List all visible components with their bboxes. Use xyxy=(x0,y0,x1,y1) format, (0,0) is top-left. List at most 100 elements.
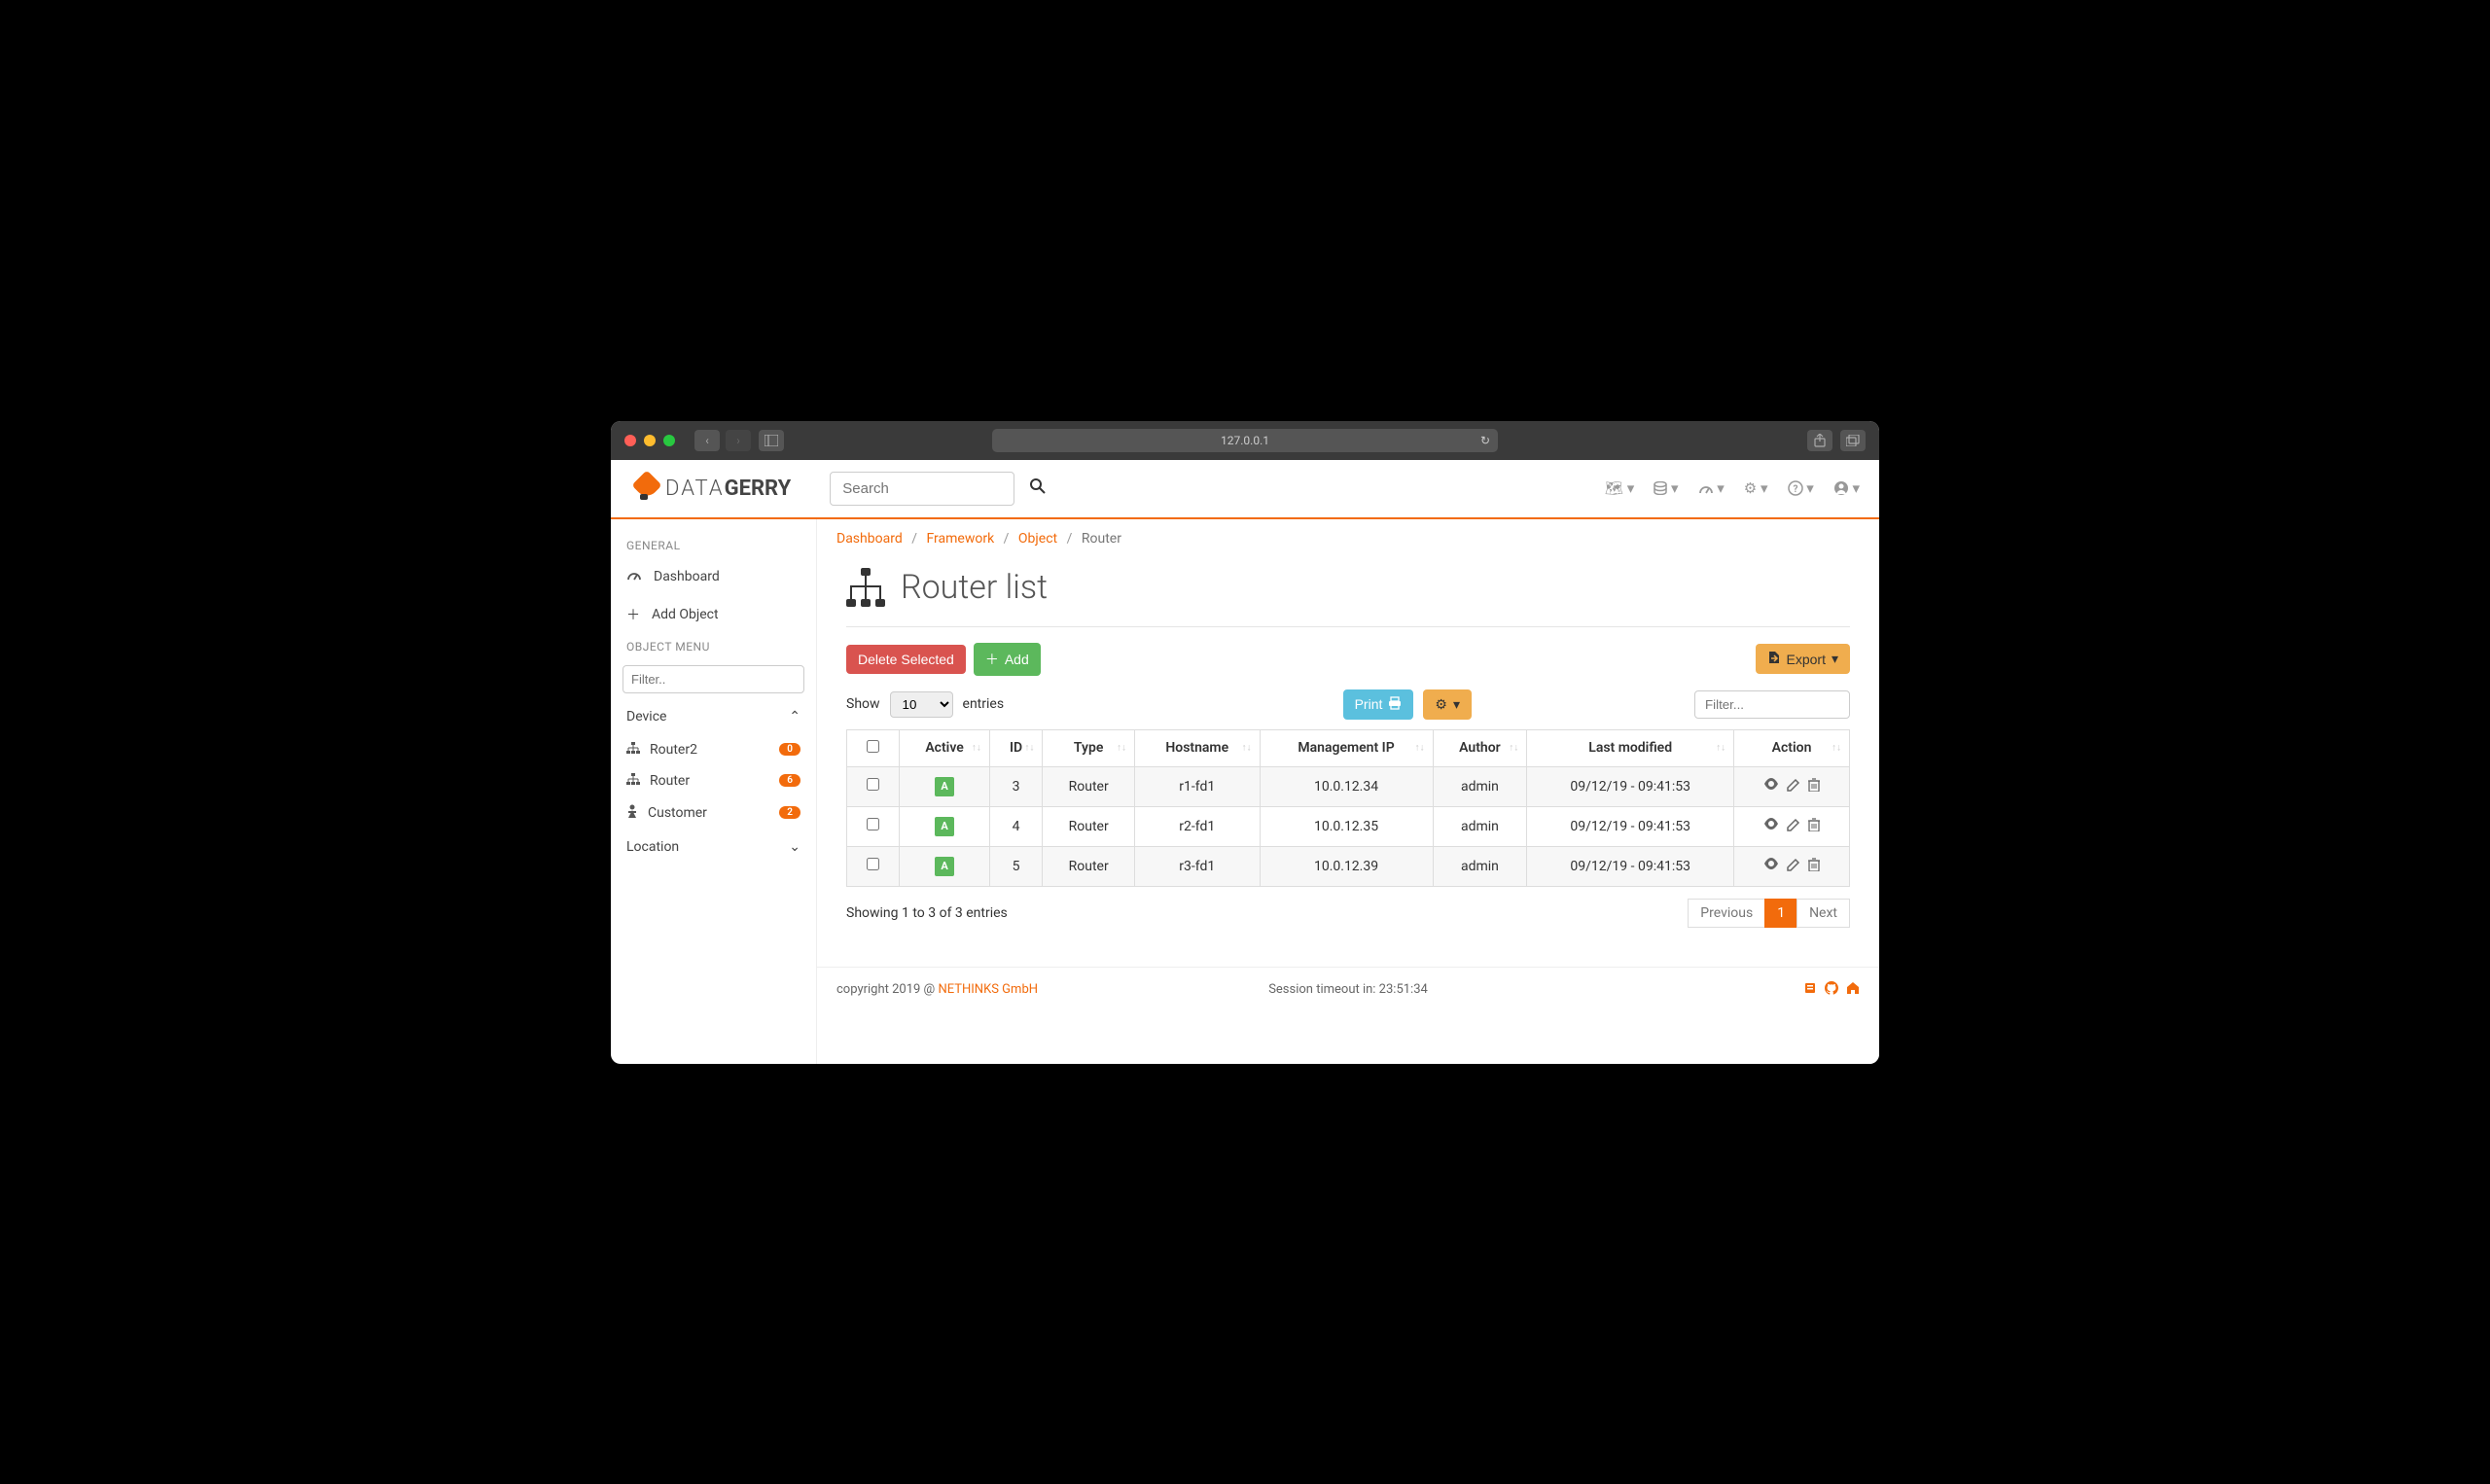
sidebar-item-router[interactable]: Router 6 xyxy=(611,765,816,796)
col-id[interactable]: ID↑↓ xyxy=(989,729,1043,766)
header-icons: 🗺 ▾ ▾ ▾ ⚙ ▾ ? ▾ ▾ xyxy=(1605,479,1860,497)
delete-selected-button[interactable]: Delete Selected xyxy=(846,645,966,674)
plus-icon: ＋ xyxy=(626,605,640,624)
cell-mgmt: 10.0.12.35 xyxy=(1260,806,1433,846)
view-icon[interactable] xyxy=(1763,858,1779,875)
cell-mgmt: 10.0.12.39 xyxy=(1260,846,1433,886)
app-body: GENERAL Dashboard ＋ Add Object OBJECT ME… xyxy=(611,519,1879,1064)
sidebar-cat-location[interactable]: Location ⌄ xyxy=(611,830,816,865)
sidebar-device-label: Device xyxy=(626,709,666,724)
cell-author: admin xyxy=(1433,766,1527,806)
sidebar-filter-input[interactable] xyxy=(622,665,804,693)
sidebar-dashboard-label: Dashboard xyxy=(654,569,720,584)
export-button[interactable]: Export ▾ xyxy=(1756,644,1851,674)
breadcrumb-object[interactable]: Object xyxy=(1018,531,1057,547)
cell-modified: 09/12/19 - 09:41:53 xyxy=(1527,846,1734,886)
router-table: Active↑↓ ID↑↓ Type↑↓ Hostname↑↓ Manageme… xyxy=(846,729,1850,887)
sidebar-filter xyxy=(622,665,804,693)
content: Router list Delete Selected ＋ Add xyxy=(817,558,1879,947)
delete-icon[interactable] xyxy=(1808,778,1820,795)
view-icon[interactable] xyxy=(1763,778,1779,795)
github-icon[interactable] xyxy=(1825,981,1838,999)
row-actions xyxy=(1746,818,1837,835)
col-type[interactable]: Type↑↓ xyxy=(1043,729,1135,766)
cell-type: Router xyxy=(1043,846,1135,886)
sidebar-item-router2[interactable]: Router2 0 xyxy=(611,734,816,765)
sort-icon: ↑↓ xyxy=(1509,743,1518,754)
minimize-window-button[interactable] xyxy=(644,435,656,446)
search-button[interactable] xyxy=(1030,478,1046,499)
edit-icon[interactable] xyxy=(1787,778,1800,795)
col-hostname[interactable]: Hostname↑↓ xyxy=(1134,729,1260,766)
footer: copyright 2019 @ NETHINKS GmbH Session t… xyxy=(817,967,1879,1012)
prev-page-button[interactable]: Previous xyxy=(1688,899,1765,928)
col-active[interactable]: Active↑↓ xyxy=(900,729,989,766)
footer-company-link[interactable]: NETHINKS GmbH xyxy=(938,982,1038,997)
col-mgmt[interactable]: Management IP↑↓ xyxy=(1260,729,1433,766)
col-author[interactable]: Author↑↓ xyxy=(1433,729,1527,766)
gear-icon: ⚙ xyxy=(1435,696,1447,713)
sort-icon: ↑↓ xyxy=(1024,743,1034,754)
caret-down-icon: ▾ xyxy=(1453,696,1460,713)
cell-id: 5 xyxy=(989,846,1043,886)
forward-button[interactable]: › xyxy=(726,430,751,451)
page-title: Router list xyxy=(846,568,1850,607)
sidebar-toggle-button[interactable] xyxy=(759,430,784,451)
delete-icon[interactable] xyxy=(1808,818,1820,835)
sidebar-customer-badge: 2 xyxy=(779,806,800,819)
table-filter-input[interactable] xyxy=(1694,690,1850,719)
cell-hostname: r3-fd1 xyxy=(1134,846,1260,886)
edit-icon[interactable] xyxy=(1787,818,1800,835)
page-1-button[interactable]: 1 xyxy=(1764,899,1797,928)
sidebar-item-dashboard[interactable]: Dashboard xyxy=(611,558,816,595)
nav-buttons: ‹ › xyxy=(694,430,751,451)
reload-icon[interactable]: ↻ xyxy=(1480,434,1490,447)
col-action[interactable]: Action↑↓ xyxy=(1734,729,1850,766)
row-checkbox[interactable] xyxy=(867,858,879,870)
delete-icon[interactable] xyxy=(1808,858,1820,875)
logo-text-1: DATA xyxy=(665,477,725,501)
home-icon[interactable] xyxy=(1846,981,1860,999)
back-button[interactable]: ‹ xyxy=(694,430,720,451)
col-modified[interactable]: Last modified↑↓ xyxy=(1527,729,1734,766)
url-bar[interactable]: 127.0.0.1 ↻ xyxy=(992,429,1498,452)
book-icon[interactable] xyxy=(1803,981,1817,999)
caret-down-icon: ▾ xyxy=(1832,651,1838,667)
titlebar-right xyxy=(1807,430,1866,451)
sidebar-item-add-object[interactable]: ＋ Add Object xyxy=(611,595,816,634)
view-icon[interactable] xyxy=(1763,818,1779,835)
control-bar: Show 10 entries Print ⚙ ▾ xyxy=(846,689,1850,720)
share-button[interactable] xyxy=(1807,430,1832,451)
main-content: Dashboard / Framework / Object / Router … xyxy=(817,519,1879,1064)
database-menu[interactable]: ▾ xyxy=(1654,479,1678,497)
svg-text:?: ? xyxy=(1793,484,1797,495)
sidebar-item-customer[interactable]: Customer 2 xyxy=(611,796,816,830)
edit-icon[interactable] xyxy=(1787,858,1800,875)
show-label: Show xyxy=(846,696,880,712)
cell-hostname: r1-fd1 xyxy=(1134,766,1260,806)
sort-icon: ↑↓ xyxy=(1832,743,1841,754)
add-button[interactable]: ＋ Add xyxy=(974,643,1041,676)
breadcrumb-framework[interactable]: Framework xyxy=(926,531,994,547)
dashboard-menu[interactable]: ▾ xyxy=(1698,479,1725,497)
page-title-text: Router list xyxy=(901,568,1048,607)
row-checkbox[interactable] xyxy=(867,818,879,830)
help-menu[interactable]: ? ▾ xyxy=(1788,479,1814,497)
sort-icon: ↑↓ xyxy=(972,743,981,754)
map-menu[interactable]: 🗺 ▾ xyxy=(1605,479,1634,497)
sidebar-cat-device[interactable]: Device ⌃ xyxy=(611,699,816,734)
next-page-button[interactable]: Next xyxy=(1796,899,1850,928)
user-menu[interactable]: ▾ xyxy=(1833,479,1860,497)
breadcrumb-dashboard[interactable]: Dashboard xyxy=(836,531,903,547)
settings-menu[interactable]: ⚙ ▾ xyxy=(1744,479,1768,497)
logo[interactable]: DATA GERRY xyxy=(630,473,791,504)
row-checkbox[interactable] xyxy=(867,778,879,791)
print-button[interactable]: Print xyxy=(1343,689,1414,720)
close-window-button[interactable] xyxy=(624,435,636,446)
search-input[interactable] xyxy=(830,472,1014,506)
table-settings-button[interactable]: ⚙ ▾ xyxy=(1423,689,1472,720)
maximize-window-button[interactable] xyxy=(663,435,675,446)
tabs-button[interactable] xyxy=(1840,430,1866,451)
page-size-select[interactable]: 10 xyxy=(890,691,953,718)
select-all-checkbox[interactable] xyxy=(867,740,879,753)
